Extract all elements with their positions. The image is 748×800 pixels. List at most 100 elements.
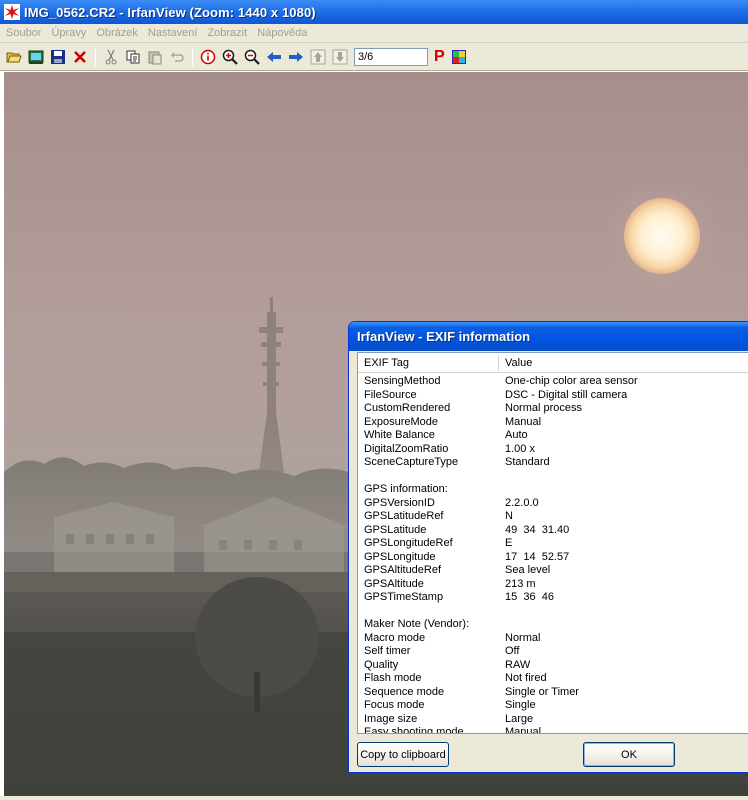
table-row[interactable]: Quality RAW	[358, 659, 748, 673]
exif-value: One-chip color area sensor	[505, 375, 638, 387]
zoom-out-icon[interactable]	[241, 46, 263, 68]
toolbar-separator	[95, 47, 96, 66]
table-row[interactable]: GPSLongitudeRef E	[358, 537, 748, 551]
table-row[interactable]: Self timer Off	[358, 645, 748, 659]
table-row[interactable]: GPSVersionID 2.2.0.0	[358, 497, 748, 511]
exif-value: Auto	[505, 429, 528, 441]
exif-tag: CustomRendered	[364, 402, 451, 414]
exif-tag: GPSLongitudeRef	[364, 537, 453, 549]
paint-icon[interactable]: P	[434, 48, 448, 66]
exif-tag: GPSVersionID	[364, 496, 435, 509]
previous-icon[interactable]	[263, 46, 285, 68]
exif-value: 2.2.0.0	[505, 496, 539, 509]
table-row[interactable]: Macro mode Normal	[358, 632, 748, 646]
exif-value	[505, 470, 748, 484]
irfanview-app-icon[interactable]	[4, 4, 20, 20]
exif-tag: GPSLatitudeRef	[364, 510, 444, 522]
table-row[interactable]: Maker Note (Vendor):	[358, 618, 748, 632]
menu-soubor[interactable]: Soubor	[2, 27, 45, 39]
table-row[interactable]: Easy shooting mode Manual	[358, 726, 748, 734]
table-row[interactable]: Flash mode Not fired	[358, 672, 748, 686]
dialog-title[interactable]: IrfanView - EXIF information	[349, 322, 748, 351]
exif-value	[505, 605, 748, 619]
table-row[interactable]: GPSLongitude 17 14 52.57	[358, 551, 748, 565]
table-row[interactable]: GPSAltitudeRef Sea level	[358, 564, 748, 578]
exif-tag: DigitalZoomRatio	[364, 442, 449, 455]
exif-value: N	[505, 510, 513, 522]
next-icon[interactable]	[285, 46, 307, 68]
exif-value: 15 36 46	[505, 591, 554, 603]
exif-value: Normal process	[505, 402, 583, 414]
table-row[interactable]: DigitalZoomRatio 1.00 x	[358, 443, 748, 457]
page-indicator-field[interactable]: 3/6	[354, 47, 428, 66]
table-row[interactable]: GPSLatitudeRef N	[358, 510, 748, 524]
menu-napoveda[interactable]: Nápověda	[253, 27, 311, 39]
title-bar: IMG_0562.CR2 - IrfanView (Zoom: 1440 x 1…	[0, 0, 748, 24]
exif-list[interactable]: EXIF Tag Value SensingMethod One-chip col…	[357, 352, 748, 734]
table-row[interactable]: GPSLatitude 49 34 31.40	[358, 524, 748, 538]
table-row[interactable]: Focus mode Single	[358, 699, 748, 713]
table-row[interactable]: SensingMethod One-chip color area sensor	[358, 375, 748, 389]
table-row[interactable]: ExposureMode Manual	[358, 416, 748, 430]
table-row[interactable]	[358, 470, 748, 484]
exif-tag: Easy shooting mode	[364, 726, 464, 734]
exif-value	[505, 618, 748, 632]
last-page-icon[interactable]	[329, 46, 351, 68]
exif-tag: GPSLatitude	[364, 523, 427, 536]
slideshow-icon[interactable]	[25, 46, 47, 68]
copy-icon[interactable]	[122, 46, 144, 68]
exif-tag: Quality	[364, 658, 399, 671]
exif-tag: Macro mode	[364, 631, 426, 644]
exif-value: 17 14 52.57	[505, 550, 570, 563]
exif-tag: SceneCaptureType	[364, 456, 459, 468]
exif-dialog: IrfanView - EXIF information EXIF Tag Va…	[348, 321, 748, 773]
menu-nastaveni[interactable]: Nastavení	[144, 27, 202, 39]
undo-icon[interactable]	[166, 46, 188, 68]
exif-tag: GPSAltitude	[364, 577, 424, 590]
plugin-icon[interactable]	[448, 46, 470, 68]
exif-value: Normal	[505, 631, 541, 644]
table-row[interactable]: SceneCaptureType Standard	[358, 456, 748, 470]
exif-value: 213 m	[505, 577, 536, 590]
table-row[interactable]: FileSource DSC - Digital still camera	[358, 389, 748, 403]
exif-tag: Image size	[364, 712, 418, 725]
copy-to-clipboard-button[interactable]: Copy to clipboard	[357, 742, 449, 767]
exif-value: Manual	[505, 415, 542, 428]
table-row[interactable]: Sequence mode Single or Timer	[358, 686, 748, 700]
exif-value: 49 34 31.40	[505, 523, 570, 536]
table-row[interactable]: GPSTimeStamp 15 36 46	[358, 591, 748, 605]
save-icon[interactable]	[47, 46, 69, 68]
column-header-exif-tag[interactable]: EXIF Tag	[358, 354, 499, 371]
exif-value	[505, 483, 748, 497]
table-row[interactable]: CustomRendered Normal process	[358, 402, 748, 416]
exif-section-heading: Maker Note (Vendor):	[364, 618, 470, 630]
exif-tag: Self timer	[364, 645, 411, 657]
table-row[interactable]: Image size Large	[358, 713, 748, 727]
info-icon[interactable]	[197, 46, 219, 68]
delete-icon[interactable]	[69, 46, 91, 68]
table-row[interactable]: GPS information:	[358, 483, 748, 497]
ok-button[interactable]: OK	[583, 742, 675, 767]
exif-value: E	[505, 537, 513, 549]
cut-icon[interactable]	[100, 46, 122, 68]
menu-upravy[interactable]: Úpravy	[47, 27, 90, 39]
zoom-in-icon[interactable]	[219, 46, 241, 68]
first-page-icon[interactable]	[307, 46, 329, 68]
menu-zobrazit[interactable]: Zobrazit	[203, 27, 251, 39]
table-row[interactable]: GPSAltitude 213 m	[358, 578, 748, 592]
exif-value: Off	[505, 645, 520, 657]
exif-value: Not fired	[505, 672, 547, 684]
menu-obrazek[interactable]: Obrázek	[92, 27, 142, 39]
column-header-value[interactable]: Value	[499, 357, 532, 369]
paste-icon[interactable]	[144, 46, 166, 68]
exif-tag: White Balance	[364, 429, 435, 441]
exif-value: Standard	[505, 456, 550, 468]
exif-value: Sea level	[505, 564, 551, 576]
table-row[interactable]	[358, 605, 748, 619]
exif-value: DSC - Digital still camera	[505, 388, 628, 401]
table-row[interactable]: White Balance Auto	[358, 429, 748, 443]
exif-tag	[358, 605, 505, 619]
open-folder-icon[interactable]	[3, 46, 25, 68]
exif-tag: SensingMethod	[364, 375, 441, 387]
menu-bar: Soubor Úpravy Obrázek Nastavení Zobrazit…	[0, 24, 748, 43]
